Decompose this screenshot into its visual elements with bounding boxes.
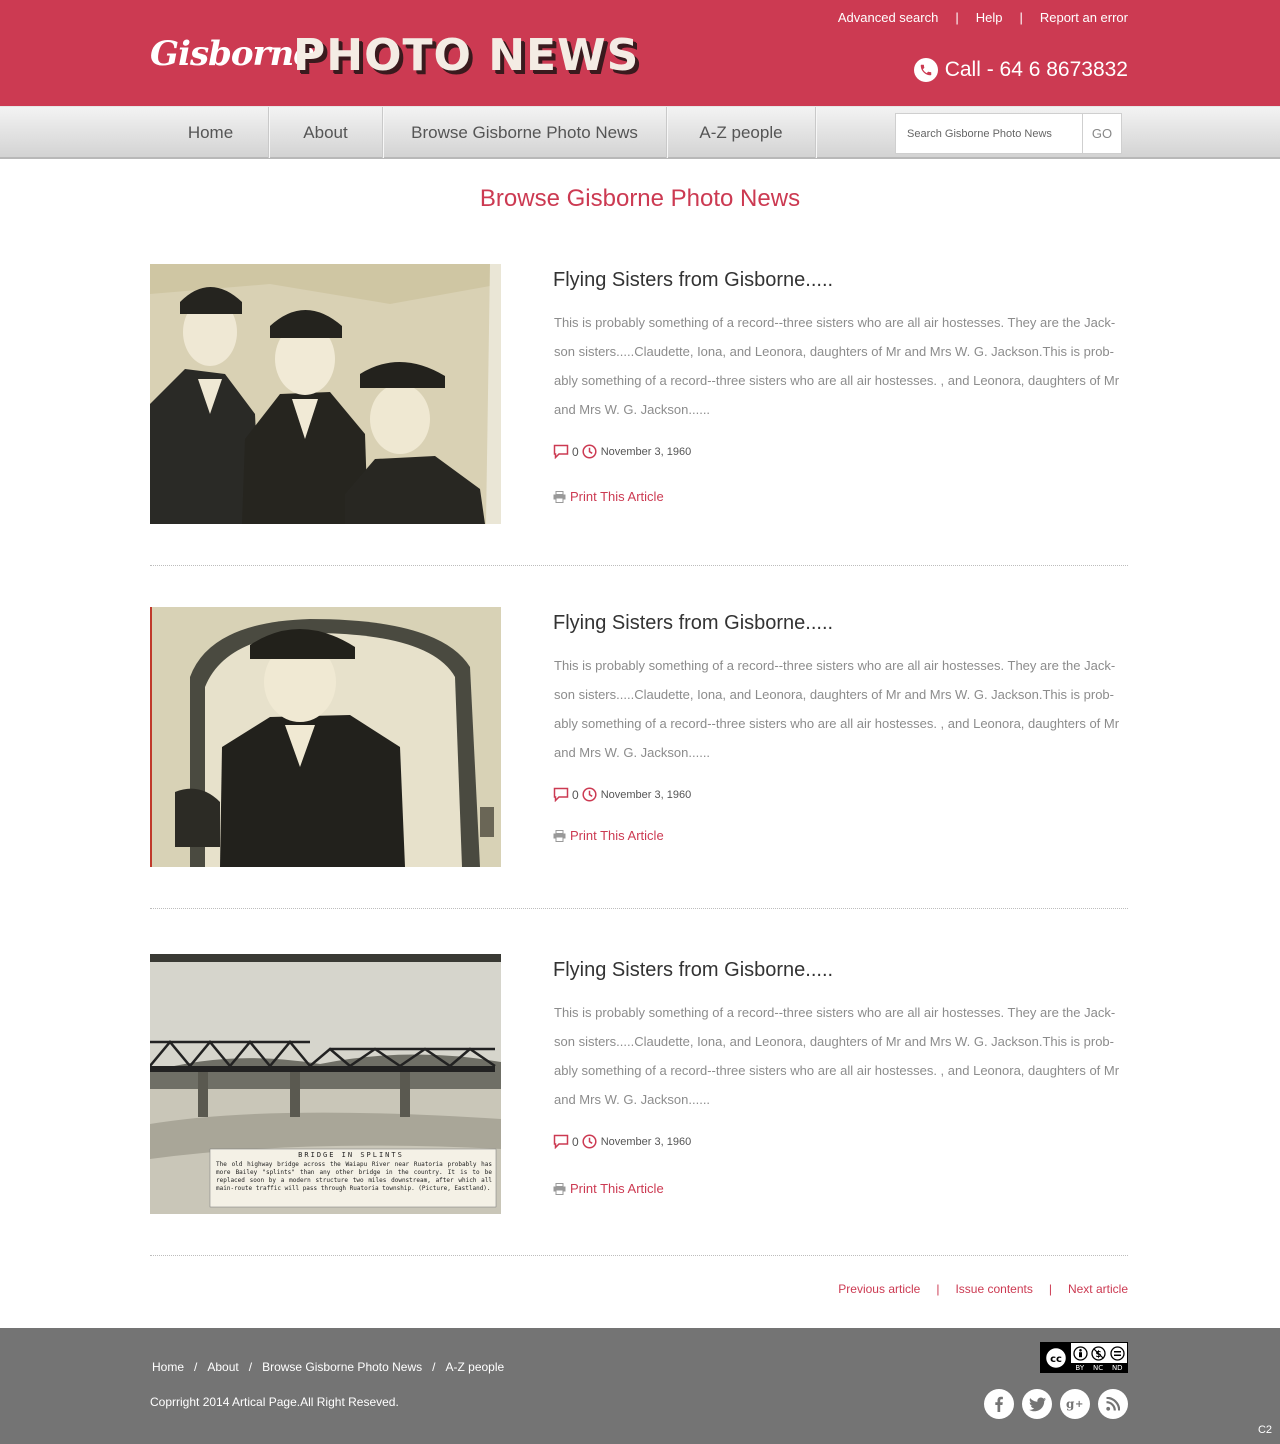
print-article-link[interactable]: Print This Article xyxy=(553,828,664,843)
photo-caption-title: BRIDGE IN SPLINTS xyxy=(298,1151,404,1159)
cc-label-nc: NC xyxy=(1092,1363,1104,1372)
creative-commons-badge[interactable]: cc $ BY NC ND xyxy=(1040,1342,1128,1373)
clock-icon xyxy=(582,787,597,802)
svg-text:+: + xyxy=(1075,1399,1083,1410)
top-link-separator: | xyxy=(1019,10,1023,25)
printer-icon xyxy=(553,829,566,842)
article-divider xyxy=(150,565,1128,566)
article-card: Flying Sisters from Gisborne..... This i… xyxy=(150,264,1128,524)
top-link-separator: | xyxy=(955,10,959,25)
top-links: Advanced search | Help | Report an error xyxy=(838,10,1128,25)
print-article-link[interactable]: Print This Article xyxy=(553,1181,664,1196)
footer-az-people-link[interactable]: A-Z people xyxy=(445,1360,504,1374)
report-error-link[interactable]: Report an error xyxy=(1040,10,1128,25)
main-nav: Home About Browse Gisborne Photo News A-… xyxy=(0,106,1280,159)
nav-az-people[interactable]: A-Z people xyxy=(667,107,816,158)
twitter-icon[interactable] xyxy=(1022,1389,1052,1419)
article-date: November 3, 1960 xyxy=(600,1135,692,1148)
logo-photo-news[interactable]: PHOTO NEWS xyxy=(293,30,639,81)
article-date: November 3, 1960 xyxy=(600,445,692,458)
cc-by-icon xyxy=(1073,1345,1088,1361)
comment-count[interactable]: 0 xyxy=(572,788,579,802)
comment-icon[interactable] xyxy=(553,444,569,459)
nav-home[interactable]: Home xyxy=(153,107,269,158)
article-card: Flying Sisters from Gisborne..... This i… xyxy=(150,607,1128,867)
rss-icon[interactable] xyxy=(1098,1389,1128,1419)
clock-icon xyxy=(582,1134,597,1149)
pager-separator: | xyxy=(936,1282,940,1296)
print-article-label: Print This Article xyxy=(570,489,664,504)
article-meta: 0 November 3, 1960 xyxy=(553,787,691,802)
print-article-link[interactable]: Print This Article xyxy=(553,489,664,504)
article-divider xyxy=(150,908,1128,909)
phone-icon xyxy=(913,58,938,82)
help-link[interactable]: Help xyxy=(976,10,1003,25)
printer-icon xyxy=(553,490,566,503)
site-header: Gisborne PHOTO NEWS Advanced search | He… xyxy=(0,0,1280,106)
page: Gisborne PHOTO NEWS Advanced search | He… xyxy=(0,0,1280,1444)
advanced-search-link[interactable]: Advanced search xyxy=(838,10,938,25)
article-photo[interactable]: BRIDGE IN SPLINTS The old highway bridge… xyxy=(150,954,501,1214)
svg-text:g: g xyxy=(1066,1397,1075,1411)
printer-icon xyxy=(553,1182,566,1195)
page-title: Browse Gisborne Photo News xyxy=(479,185,801,212)
footer-separator: / xyxy=(432,1360,436,1374)
print-article-label: Print This Article xyxy=(570,1181,664,1196)
article-divider xyxy=(150,1255,1128,1256)
search-input[interactable] xyxy=(896,114,1082,153)
svg-text:cc: cc xyxy=(1050,1354,1062,1365)
cc-icon: cc xyxy=(1041,1343,1071,1372)
issue-contents-link[interactable]: Issue contents xyxy=(955,1282,1032,1296)
search-box: GO xyxy=(895,113,1122,154)
comment-count[interactable]: 0 xyxy=(572,445,579,459)
site-footer: Home / About / Browse Gisborne Photo New… xyxy=(0,1328,1280,1444)
article-title[interactable]: Flying Sisters from Gisborne..... xyxy=(553,612,833,635)
comment-icon[interactable] xyxy=(553,787,569,802)
article-excerpt: This is probably something of a record--… xyxy=(554,1005,1120,1107)
article-meta: 0 November 3, 1960 xyxy=(553,1134,691,1149)
article-title[interactable]: Flying Sisters from Gisborne..... xyxy=(553,269,833,292)
article-pager: Previous article | Issue contents | Next… xyxy=(838,1282,1128,1296)
cc-label-by: BY xyxy=(1075,1363,1085,1372)
nav-browse[interactable]: Browse Gisborne Photo News xyxy=(383,107,667,158)
footer-about-link[interactable]: About xyxy=(207,1360,238,1374)
article-date: November 3, 1960 xyxy=(600,788,692,801)
pager-separator: | xyxy=(1048,1282,1052,1296)
footer-links: Home / About / Browse Gisborne Photo New… xyxy=(152,1360,504,1374)
article-meta: 0 November 3, 1960 xyxy=(553,444,691,459)
search-go-button[interactable]: GO xyxy=(1082,114,1121,153)
cc-nc-icon: $ xyxy=(1091,1345,1107,1361)
article-title[interactable]: Flying Sisters from Gisborne..... xyxy=(553,959,833,982)
footer-separator: / xyxy=(194,1360,198,1374)
logo-script[interactable]: Gisborne xyxy=(150,34,315,74)
comment-count[interactable]: 0 xyxy=(572,1135,579,1149)
footer-separator: / xyxy=(248,1360,253,1374)
nav-about[interactable]: About xyxy=(269,107,383,158)
google-plus-icon[interactable]: g + xyxy=(1060,1389,1090,1419)
photo-caption-text: The old highway bridge across the Waiapu… xyxy=(216,1161,492,1192)
footer-home-link[interactable]: Home xyxy=(152,1360,184,1374)
article-photo[interactable] xyxy=(150,264,501,524)
footer-browse-link[interactable]: Browse Gisborne Photo News xyxy=(262,1360,422,1374)
article-photo[interactable] xyxy=(150,607,501,867)
previous-article-link[interactable]: Previous article xyxy=(838,1282,920,1296)
clock-icon xyxy=(582,444,597,459)
cc-labels: BY NC ND xyxy=(1071,1363,1127,1372)
print-article-label: Print This Article xyxy=(570,828,664,843)
copyright-text: Coprright 2014 Artical Page.All Right Re… xyxy=(150,1395,399,1409)
social-links: g + xyxy=(984,1389,1128,1419)
cc-nd-icon xyxy=(1110,1345,1125,1361)
next-article-link[interactable]: Next article xyxy=(1068,1282,1128,1296)
article-card: BRIDGE IN SPLINTS The old highway bridge… xyxy=(150,954,1128,1214)
article-excerpt: This is probably something of a record--… xyxy=(554,315,1120,417)
comment-icon[interactable] xyxy=(553,1134,569,1149)
call-number[interactable]: Call - 64 6 8673832 xyxy=(913,58,1128,82)
facebook-icon[interactable] xyxy=(984,1389,1014,1419)
call-text: Call - 64 6 8673832 xyxy=(944,58,1128,81)
cc-label-nd: ND xyxy=(1111,1363,1123,1372)
corner-label: C2 xyxy=(1257,1424,1272,1436)
article-excerpt: This is probably something of a record--… xyxy=(554,658,1120,760)
nav-items: Home About Browse Gisborne Photo News A-… xyxy=(153,107,816,158)
